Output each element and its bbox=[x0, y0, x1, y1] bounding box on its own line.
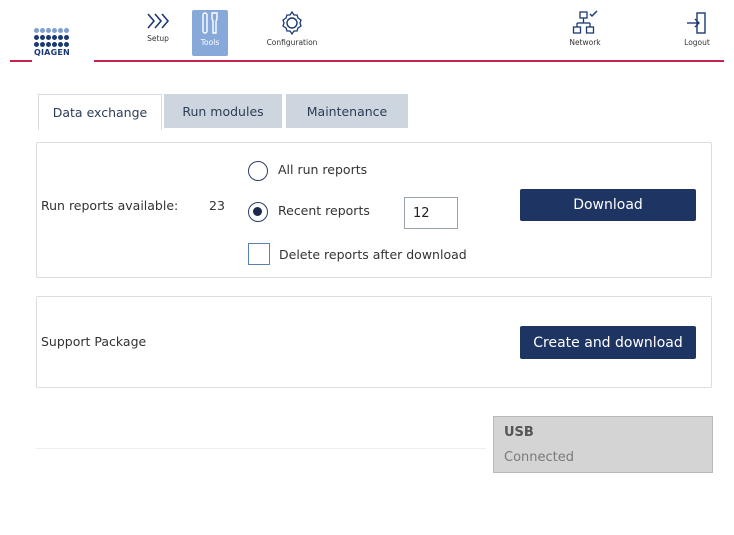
nav-tools-button[interactable]: Tools bbox=[192, 10, 228, 56]
usb-status: Connected bbox=[504, 450, 575, 465]
nav-network-label: Network bbox=[569, 38, 601, 47]
nav-tools-label: Tools bbox=[200, 38, 220, 47]
nav-network-button[interactable]: Network bbox=[560, 10, 610, 56]
nav-configuration-label: Configuration bbox=[266, 38, 318, 47]
recent-reports-count-input[interactable]: 12 bbox=[404, 197, 458, 229]
qiagen-logo: QIAGEN bbox=[34, 28, 70, 57]
nav-configuration-button[interactable]: Configuration bbox=[256, 10, 328, 56]
network-connected-icon bbox=[572, 10, 598, 34]
nav-setup-label: Setup bbox=[147, 34, 169, 43]
tab-data-exchange[interactable]: Data exchange bbox=[38, 94, 162, 130]
header-rule-right bbox=[94, 60, 724, 62]
tools-icon bbox=[202, 12, 218, 34]
usb-status-box: USB Connected bbox=[493, 416, 713, 473]
run-reports-label: Run reports available: bbox=[41, 198, 179, 213]
tab-run-modules[interactable]: Run modules bbox=[164, 94, 282, 128]
logout-icon bbox=[687, 12, 706, 34]
tab-maintenance[interactable]: Maintenance bbox=[286, 94, 408, 128]
support-package-label: Support Package bbox=[41, 334, 147, 349]
support-package-panel: Support Package Create and download bbox=[36, 296, 712, 388]
gear-icon bbox=[282, 10, 302, 36]
logo-text: QIAGEN bbox=[34, 48, 70, 57]
all-reports-label[interactable]: All run reports bbox=[278, 162, 367, 177]
header-rule-left bbox=[10, 60, 32, 62]
section-divider bbox=[36, 448, 486, 449]
recent-reports-radio[interactable] bbox=[248, 202, 268, 222]
setup-chevrons-icon bbox=[147, 13, 170, 29]
all-reports-radio[interactable] bbox=[248, 161, 268, 181]
create-and-download-button[interactable]: Create and download bbox=[520, 326, 696, 359]
nav-setup-button[interactable]: Setup bbox=[140, 10, 176, 56]
nav-logout-button[interactable]: Logout bbox=[672, 10, 722, 56]
delete-after-download-checkbox[interactable] bbox=[248, 243, 270, 265]
delete-after-download-label[interactable]: Delete reports after download bbox=[279, 247, 467, 262]
run-reports-count: 23 bbox=[209, 198, 225, 213]
top-bar: QIAGEN Setup Tools Configuration Network… bbox=[0, 0, 734, 66]
logo-dots bbox=[34, 28, 70, 47]
nav-logout-label: Logout bbox=[684, 38, 710, 47]
recent-reports-label[interactable]: Recent reports bbox=[278, 203, 370, 218]
run-reports-panel: Run reports available: 23 All run report… bbox=[36, 142, 712, 278]
download-button[interactable]: Download bbox=[520, 189, 696, 221]
usb-title: USB bbox=[504, 425, 534, 440]
